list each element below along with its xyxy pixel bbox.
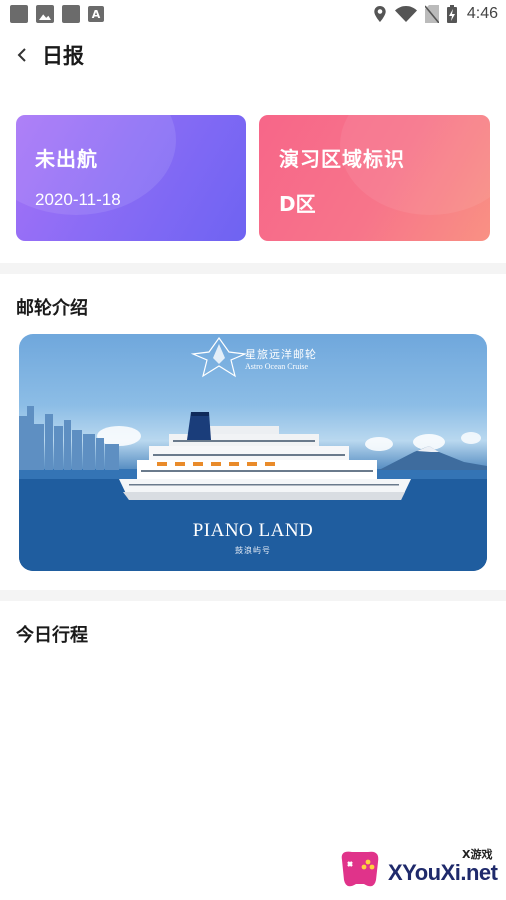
image-icon bbox=[36, 5, 54, 23]
page-title: 日报 bbox=[42, 44, 84, 68]
drill-zone-card[interactable]: 演习区域标识 D区 bbox=[259, 115, 490, 241]
a-letter-icon: A bbox=[88, 6, 104, 22]
cruise-intro-title: 邮轮介绍 bbox=[16, 298, 88, 319]
sailing-date: 2020-11-18 bbox=[35, 190, 121, 209]
clock: 4:46 bbox=[466, 5, 498, 22]
section-divider bbox=[0, 263, 506, 274]
watermark: X游戏 XYouXi.net bbox=[336, 842, 498, 892]
location-icon bbox=[374, 6, 386, 22]
stop-icon bbox=[62, 5, 80, 23]
gallery-icon bbox=[10, 5, 28, 23]
ship-name-cn: 鼓浪屿号 bbox=[235, 546, 271, 555]
status-cards: 未出航 2020-11-18 演习区域标识 D区 bbox=[16, 115, 490, 241]
section-divider bbox=[0, 590, 506, 601]
status-left-icons: A bbox=[10, 5, 104, 23]
chevron-left-icon bbox=[17, 48, 26, 62]
status-right-icons: 4:46 bbox=[373, 5, 498, 23]
gamepad-logo-icon bbox=[341, 851, 379, 887]
no-sim-icon bbox=[424, 5, 439, 23]
schedule-title: 今日行程 bbox=[16, 625, 88, 646]
battery-charging-icon bbox=[446, 5, 457, 23]
back-button[interactable] bbox=[2, 30, 42, 80]
sailing-status-card[interactable]: 未出航 2020-11-18 bbox=[16, 115, 246, 241]
sailing-status: 未出航 bbox=[35, 147, 98, 171]
status-bar: A 4:46 bbox=[0, 0, 506, 28]
ship-name: PIANO LAND bbox=[192, 520, 314, 541]
drill-zone-value: D区 bbox=[279, 192, 316, 216]
cruise-banner[interactable]: 星旅远洋邮轮 Astro Ocean Cruise PIANO LAND 鼓浪屿… bbox=[19, 334, 487, 571]
drill-zone-label: 演习区域标识 bbox=[279, 147, 405, 171]
header-bar: 日报 bbox=[0, 30, 506, 80]
watermark-text: XYouXi.net bbox=[388, 860, 498, 885]
brand-name-en: Astro Ocean Cruise bbox=[245, 362, 309, 371]
brand-name-cn: 星旅远洋邮轮 bbox=[245, 348, 317, 361]
wifi-icon bbox=[394, 6, 417, 22]
